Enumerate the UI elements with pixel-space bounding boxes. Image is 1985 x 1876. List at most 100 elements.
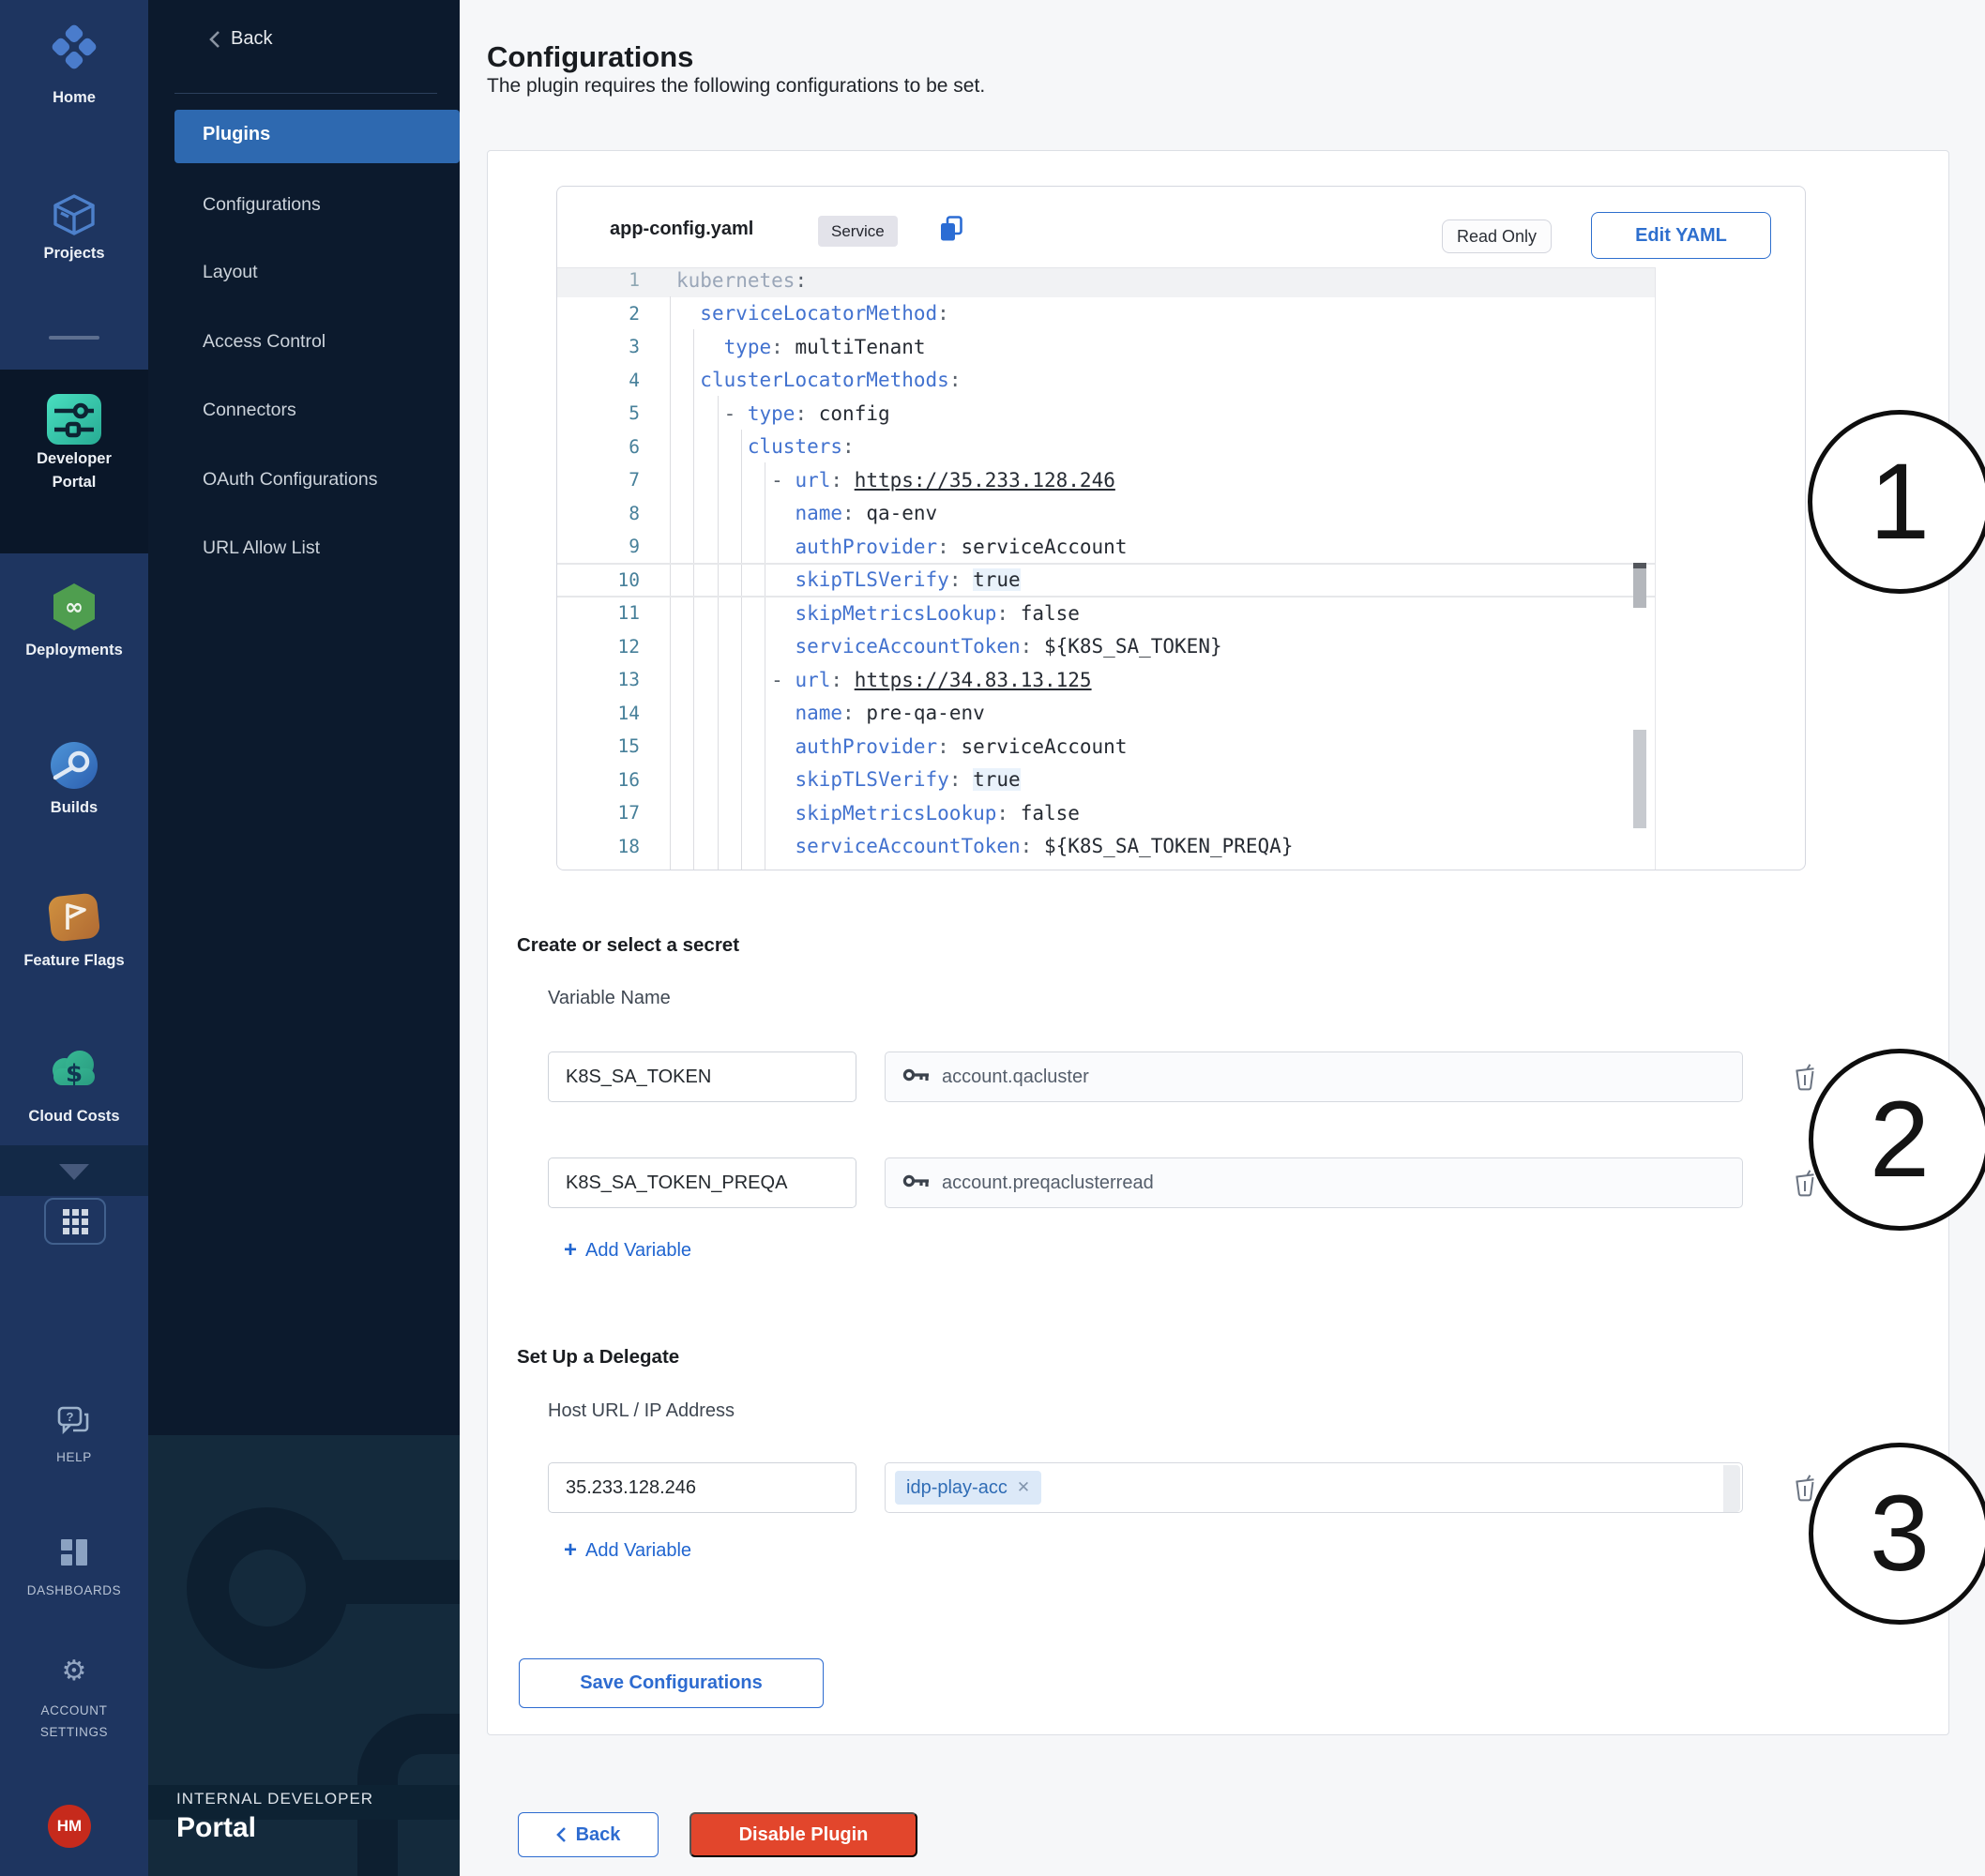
code-text: skipMetricsLookup: false [646, 802, 1080, 825]
code-text: serviceAccountToken: ${K8S_SA_TOKEN_PREQ… [646, 835, 1293, 857]
add-variable-label: Add Variable [585, 1540, 691, 1562]
read-only-pill: Read Only [1442, 219, 1552, 253]
code-line-11: 11 skipMetricsLookup: false [557, 597, 1655, 630]
avatar[interactable]: HM [48, 1805, 91, 1848]
code-line-1: 1kubernetes: [557, 267, 1655, 297]
code-text: - type: config [646, 402, 890, 425]
sidebar-footer-label: DASHBOARDS [0, 1580, 148, 1601]
sidebar-item-projects[interactable] [0, 188, 148, 249]
sidebar-item-developer-portal[interactable] [0, 390, 148, 453]
select-end-strip [1723, 1465, 1740, 1512]
sidebar-item-label: Plugins [203, 124, 270, 145]
add-variable-button-delegate[interactable]: + Add Variable [564, 1537, 691, 1564]
active-line-border-top [557, 563, 1655, 565]
sidebar-item-access-control[interactable]: Access Control [203, 331, 447, 353]
scrollbar-thumb-lower[interactable] [1633, 730, 1646, 828]
edit-yaml-button[interactable]: Edit YAML [1591, 212, 1771, 259]
chevron-left-icon [556, 1826, 567, 1843]
code-line-14: 14 name: pre-qa-env [557, 697, 1655, 731]
line-number: 8 [557, 503, 646, 524]
deployments-icon: ∞ [47, 580, 101, 639]
developer-portal-icon [45, 390, 103, 453]
plus-icon: + [564, 1237, 577, 1263]
active-line-border-bottom [557, 596, 1655, 598]
code-line-17: 17 skipMetricsLookup: false [557, 796, 1655, 830]
sidebar-item-deployments[interactable]: ∞ [0, 580, 148, 639]
sidebar-item-feature-flags[interactable] [0, 890, 148, 949]
back-button-label: Back [576, 1824, 621, 1846]
code-text: serviceLocatorMethod: [646, 302, 949, 325]
chevron-left-icon [208, 29, 221, 50]
svg-text:$: $ [66, 1060, 83, 1088]
code-text: - url: https://35.233.128.246 [646, 469, 1115, 492]
sidebar-footer-help[interactable]: ? [0, 1405, 148, 1442]
add-variable-button-secrets[interactable]: + Add Variable [564, 1237, 691, 1263]
sidebar-item-layout[interactable]: Layout [203, 262, 447, 283]
code-lines: 1kubernetes:2 serviceLocatorMethod: 3 typ… [557, 267, 1655, 863]
line-number: 17 [557, 802, 646, 824]
save-configurations-button[interactable]: Save Configurations [519, 1658, 824, 1708]
sidebar-divider [49, 336, 99, 340]
secrets-heading: Create or select a secret [517, 934, 739, 957]
annotation-circle-2: 2 [1809, 1049, 1985, 1231]
sidebar-item-oauth-configurations[interactable]: OAuth Configurations [203, 469, 447, 491]
copy-icon[interactable] [938, 215, 964, 248]
disable-plugin-button[interactable]: Disable Plugin [689, 1812, 917, 1857]
sidebar-item-home[interactable] [0, 19, 148, 80]
key-icon [902, 1172, 931, 1194]
chevron-down-icon [59, 1164, 89, 1180]
svg-text:⚙: ⚙ [62, 1655, 87, 1687]
page-title: Configurations [487, 40, 693, 74]
sidebar-item-builds[interactable] [0, 738, 148, 797]
sidebar-item-cloud-costs[interactable]: $ [0, 1046, 148, 1097]
code-line-5: 5 - type: config [557, 397, 1655, 431]
primary-sidebar: HomeProjectsDeveloper Portal∞Deployments… [0, 0, 148, 1876]
code-viewport[interactable]: 1kubernetes:2 serviceLocatorMethod: 3 typ… [557, 267, 1656, 870]
back-nav-label: Back [231, 28, 272, 50]
code-text: name: qa-env [646, 502, 937, 524]
brand-eyebrow: INTERNAL DEVELOPER [176, 1790, 373, 1808]
key-icon [902, 1067, 931, 1088]
sidebar-item-plugins[interactable]: Plugins [174, 110, 460, 163]
sidebar-item-connectors[interactable]: Connectors [203, 400, 447, 421]
host-url-input[interactable]: 35.233.128.246 [548, 1462, 856, 1513]
code-line-2: 2 serviceLocatorMethod: [557, 297, 1655, 331]
variable-name-input[interactable]: K8S_SA_TOKEN [548, 1051, 856, 1102]
delegate-tag-chip: idp-play-acc✕ [895, 1471, 1041, 1505]
app-grid-button[interactable] [44, 1198, 106, 1245]
sidebar-item-url-allow-list[interactable]: URL Allow List [203, 537, 447, 559]
secondary-sidebar: Back Plugins Configurations Layout Access C… [148, 0, 460, 1876]
code-line-13: 13 - url: https://34.83.13.125 [557, 663, 1655, 697]
delete-variable-button[interactable] [1793, 1169, 1817, 1202]
line-number: 10 [557, 569, 646, 591]
delegate-tag-select[interactable]: idp-play-acc✕ [885, 1462, 1743, 1513]
sidebar-footer-dashboards[interactable] [0, 1537, 148, 1572]
scrollbar-thumb[interactable] [1633, 568, 1646, 608]
code-line-18: 18 serviceAccountToken: ${K8S_SA_TOKEN_P… [557, 830, 1655, 864]
secret-select[interactable]: account.qacluster [885, 1051, 1743, 1102]
line-number: 5 [557, 402, 646, 424]
code-text: serviceAccountToken: ${K8S_SA_TOKEN} [646, 635, 1222, 658]
sidebar-item-label: Developer Portal [18, 447, 130, 494]
code-text: kubernetes: [646, 269, 807, 292]
home-icon [46, 19, 102, 80]
sidebar-footer-account-settings[interactable]: ⚙ [0, 1654, 148, 1692]
back-nav[interactable]: Back [208, 28, 272, 50]
app-window: HomeProjectsDeveloper Portal∞Deployments… [0, 0, 1985, 1876]
remove-tag-icon[interactable]: ✕ [1017, 1478, 1030, 1497]
code-text: type: multiTenant [646, 336, 926, 358]
cloud-costs-icon: $ [46, 1046, 102, 1097]
delete-variable-button[interactable] [1793, 1063, 1817, 1096]
sidebar-item-configurations[interactable]: Configurations [203, 194, 447, 216]
line-number: 15 [557, 735, 646, 757]
code-text: skipTLSVerify: true [646, 768, 1021, 791]
module-collapse-strip[interactable] [0, 1145, 148, 1196]
annotation-circle-3: 3 [1809, 1443, 1985, 1625]
line-number: 3 [557, 336, 646, 357]
back-button[interactable]: Back [518, 1812, 659, 1857]
apps-grid-icon [63, 1209, 88, 1234]
variable-name-input[interactable]: K8S_SA_TOKEN_PREQA [548, 1157, 856, 1208]
service-badge: Service [818, 216, 898, 247]
svg-text:?: ? [67, 1410, 74, 1424]
secret-select[interactable]: account.preqaclusterread [885, 1157, 1743, 1208]
